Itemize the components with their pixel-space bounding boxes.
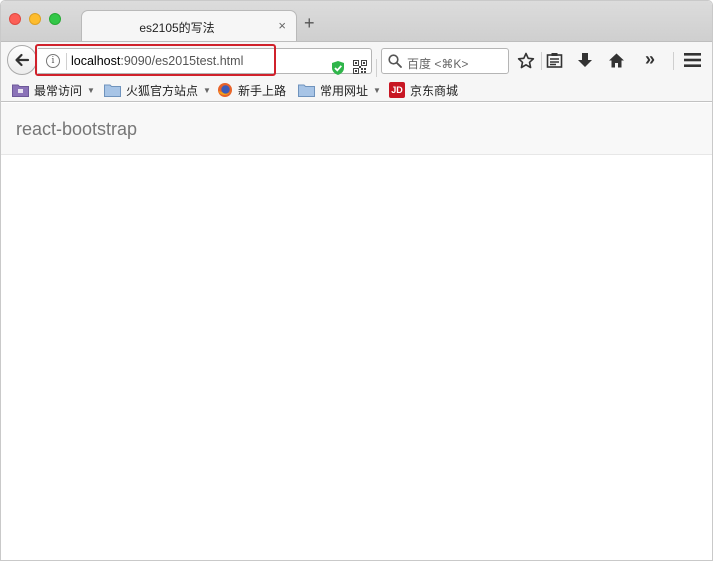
overflow-icon[interactable]: » — [645, 50, 655, 68]
tab-title: es2105的写法 — [139, 21, 215, 35]
tab-close-icon[interactable]: × — [278, 18, 286, 33]
new-tab-button[interactable]: + — [304, 14, 315, 32]
menu-icon[interactable] — [684, 52, 701, 68]
page-navbar: react-bootstrap — [1, 103, 712, 155]
back-icon — [15, 53, 30, 67]
bookmark-getting-started[interactable]: 新手上路 — [217, 81, 286, 99]
bookmark-label: 京东商城 — [410, 83, 459, 98]
url-bar[interactable]: i localhost:9090/es2015test.html — [38, 48, 397, 77]
firefox-icon — [218, 83, 232, 97]
window-zoom-button[interactable] — [49, 13, 61, 25]
smart-folder-icon — [12, 84, 29, 97]
browser-window: es2105的写法 × + i localhost:9090/es2015tes… — [0, 0, 713, 561]
reading-list-icon[interactable] — [546, 52, 563, 69]
url-input[interactable]: localhost:9090/es2015test.html — [71, 54, 243, 68]
back-button[interactable] — [7, 45, 37, 75]
url-divider — [66, 53, 67, 70]
jd-icon: JD — [389, 82, 405, 98]
bookmark-label: 火狐官方站点 — [126, 83, 199, 98]
toolbar-divider — [673, 52, 674, 70]
search-bar[interactable]: 百度 <⌘K> — [381, 48, 509, 74]
tab-strip: es2105的写法 × + — [1, 1, 712, 42]
home-icon[interactable] — [608, 52, 625, 69]
window-close-button[interactable] — [9, 13, 21, 25]
chevron-down-icon: ▼ — [373, 85, 381, 95]
navbar-brand[interactable]: react-bootstrap — [16, 119, 137, 140]
toolbar-divider — [541, 52, 542, 70]
bookmark-label: 最常访问 — [34, 83, 83, 98]
tab-active[interactable]: es2105的写法 × — [81, 10, 297, 42]
bookmark-common-sites[interactable]: 常用网址 ▼ — [298, 81, 381, 99]
chevron-down-icon: ▼ — [203, 85, 211, 95]
qr-code-icon[interactable] — [353, 60, 367, 74]
download-icon[interactable] — [577, 52, 593, 69]
window-minimize-button[interactable] — [29, 13, 41, 25]
shield-icon[interactable] — [331, 60, 345, 76]
bookmark-label: 常用网址 — [320, 83, 369, 98]
bookmark-most-visited[interactable]: 最常访问 ▼ — [12, 81, 95, 99]
url-host: localhost — [71, 54, 121, 68]
bookmarks-toolbar: 最常访问 ▼ 火狐官方站点 ▼ 新手上路 常用网址 ▼ JD 京东商城 — [1, 78, 712, 102]
url-path: :9090/es2015test.html — [120, 54, 244, 68]
folder-icon — [104, 84, 121, 97]
search-input[interactable]: 百度 <⌘K> — [407, 55, 468, 72]
folder-icon — [298, 84, 315, 97]
info-icon[interactable]: i — [46, 54, 60, 68]
url-divider — [376, 59, 377, 77]
bookmark-jd[interactable]: JD 京东商城 — [389, 81, 458, 99]
star-icon[interactable] — [517, 52, 535, 70]
chevron-down-icon: ▼ — [87, 85, 95, 95]
bookmark-label: 新手上路 — [238, 83, 287, 98]
search-icon — [388, 54, 402, 68]
bookmark-firefox-sites[interactable]: 火狐官方站点 ▼ — [104, 81, 211, 99]
page-content: react-bootstrap — [1, 103, 712, 560]
navigation-toolbar: i localhost:9090/es2015test.html 百度 <⌘K>… — [1, 41, 712, 78]
